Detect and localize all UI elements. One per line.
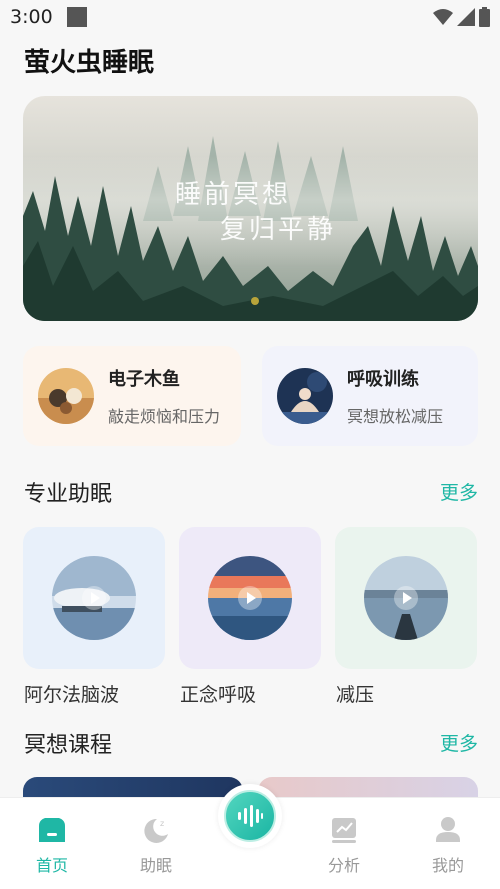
notification-icon <box>66 7 87 27</box>
wooden-fish-thumbnail <box>38 368 94 424</box>
decompress-thumbnail <box>364 556 448 640</box>
breathing-subtitle: 冥想放松减压 <box>347 407 444 426</box>
sound-wave-icon <box>238 805 263 827</box>
status-bar: 3:00 <box>0 0 500 34</box>
status-icons <box>433 7 490 27</box>
signal-icon <box>457 8 475 26</box>
meditation-section-title: 冥想课程 <box>24 733 113 758</box>
sound-play-button[interactable] <box>218 784 282 848</box>
mindful-breathing-card[interactable] <box>179 527 321 669</box>
tab-mine-label: 我的 <box>431 856 464 875</box>
status-time: 3:00 <box>10 6 53 28</box>
banner-title-line1: 睡前冥想 <box>175 180 292 210</box>
professional-section-title: 专业助眠 <box>24 482 113 507</box>
mindful-breathing-thumbnail <box>208 556 292 640</box>
decompress-card[interactable] <box>335 527 477 669</box>
meditation-more-link[interactable]: 更多 <box>440 729 478 756</box>
tab-analysis-label: 分析 <box>327 856 360 875</box>
breathing-thumbnail <box>277 368 333 424</box>
home-icon <box>39 818 65 842</box>
professional-more-link[interactable]: 更多 <box>440 478 478 505</box>
play-icon <box>238 586 262 610</box>
moon-icon: z <box>144 818 168 843</box>
breathing-title: 呼吸训练 <box>347 369 419 390</box>
tab-sleep-aid-label: 助眠 <box>139 856 172 875</box>
tab-mine[interactable]: 我的 <box>418 816 478 876</box>
battery-icon <box>479 7 490 27</box>
decompress-label: 减压 <box>336 684 375 706</box>
tab-home-label: 首页 <box>35 856 68 875</box>
mindful-breathing-label: 正念呼吸 <box>180 684 257 706</box>
banner[interactable]: 睡前冥想 复归平静 <box>23 96 478 321</box>
breathing-training-card[interactable]: 呼吸训练 冥想放松减压 <box>262 346 478 446</box>
app-title: 萤火虫睡眠 <box>24 48 155 78</box>
tab-sleep-aid[interactable]: z 助眠 <box>126 816 186 876</box>
play-icon <box>394 586 418 610</box>
electronic-wooden-fish-card[interactable]: 电子木鱼 敲走烦恼和压力 <box>23 346 241 446</box>
profile-icon <box>436 817 460 842</box>
bottom-tab-bar: 首页 z 助眠 分析 我的 <box>0 784 500 889</box>
svg-text:z: z <box>160 819 164 828</box>
banner-title-line2: 复归平静 <box>220 215 337 245</box>
alpha-wave-thumbnail <box>52 556 136 640</box>
tab-analysis[interactable]: 分析 <box>314 816 374 876</box>
play-icon <box>82 586 106 610</box>
wooden-fish-title: 电子木鱼 <box>108 369 180 390</box>
tab-home[interactable]: 首页 <box>22 816 82 876</box>
wifi-icon <box>433 9 453 25</box>
alpha-wave-card[interactable] <box>23 527 165 669</box>
wooden-fish-subtitle: 敲走烦恼和压力 <box>108 407 221 426</box>
alpha-wave-label: 阿尔法脑波 <box>24 684 120 706</box>
chart-icon <box>332 818 356 843</box>
